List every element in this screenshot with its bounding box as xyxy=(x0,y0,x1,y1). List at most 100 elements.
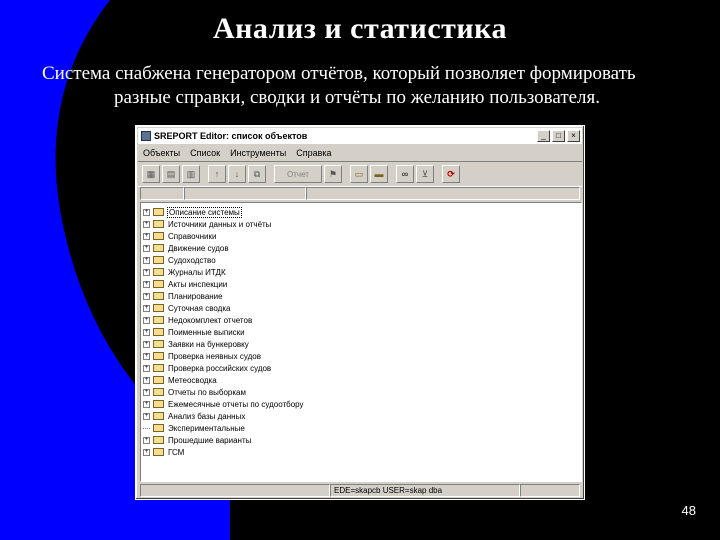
tree-item[interactable]: + Анализ базы данных xyxy=(143,410,246,422)
flag-icon[interactable]: ⚑ xyxy=(324,165,342,183)
tree-item-label: Анализ базы данных xyxy=(168,411,246,421)
folder-icon xyxy=(153,208,164,216)
tree-item[interactable]: + Источники данных и отчёты xyxy=(143,218,272,230)
expand-icon[interactable]: + xyxy=(143,280,150,288)
tree-item-label: Источники данных и отчёты xyxy=(168,219,272,229)
binoculars-icon[interactable]: ∞ xyxy=(396,165,414,183)
status-bar: EDE=skapcb USER=skap dba xyxy=(140,484,580,497)
tree-item[interactable]: + Справочники xyxy=(143,230,217,242)
app-icon xyxy=(141,131,151,141)
report-button[interactable]: Отчет xyxy=(274,165,322,183)
slide-title: Анализ и статистика xyxy=(212,12,507,45)
tree-item[interactable]: + Отчеты по выборкам xyxy=(143,386,247,398)
expand-icon[interactable]: + xyxy=(143,328,150,336)
expand-icon[interactable]: + xyxy=(143,400,150,408)
expand-icon[interactable]: + xyxy=(143,340,150,348)
expand-icon[interactable]: + xyxy=(143,316,150,324)
expand-icon[interactable]: + xyxy=(143,244,150,252)
tree-item[interactable]: + Ежемесячные отчеты по судоотбору xyxy=(143,398,305,410)
tree-item[interactable]: Экспериментальные xyxy=(143,422,246,434)
tree-item[interactable]: + Акты инспекции xyxy=(143,278,228,290)
tree-item[interactable]: + Заявки на бункеровку xyxy=(143,338,250,350)
close-button[interactable]: × xyxy=(567,130,580,142)
expand-icon[interactable]: + xyxy=(143,256,150,264)
tree-item[interactable]: + Прошедшие варианты xyxy=(143,434,252,446)
folder-icon xyxy=(153,388,164,396)
tree-item-label: Справочники xyxy=(168,231,217,241)
menu-help[interactable]: Справка xyxy=(291,148,336,158)
folder-icon xyxy=(153,220,164,228)
menu-objects[interactable]: Объекты xyxy=(138,148,185,158)
tree-item[interactable]: + Журналы ИТДК xyxy=(143,266,227,278)
move-up-icon[interactable]: ↑ xyxy=(208,165,226,183)
move-down-icon[interactable]: ↓ xyxy=(228,165,246,183)
folder-icon xyxy=(153,424,164,432)
expand-icon[interactable]: + xyxy=(143,268,150,276)
minimize-button[interactable]: _ xyxy=(537,130,550,142)
tree-item-label: Акты инспекции xyxy=(168,279,228,289)
expand-icon[interactable]: + xyxy=(143,412,150,420)
tree-item[interactable]: + Проверка российских судов xyxy=(143,362,272,374)
expand-icon[interactable]: + xyxy=(143,352,150,360)
tree-item-label: Поименные выписки xyxy=(168,327,245,337)
expand-icon[interactable]: + xyxy=(143,208,150,216)
properties-icon[interactable]: ▦ xyxy=(142,165,160,183)
tree-item-label: Прошедшие варианты xyxy=(168,435,252,445)
tree-item-label: Ежемесячные отчеты по судоотбору xyxy=(168,399,304,409)
tree-item[interactable]: + Проверка неявных судов xyxy=(143,350,262,362)
window-title: SREPORT Editor: список объектов xyxy=(154,131,308,141)
new-item-icon[interactable]: ▤ xyxy=(162,165,180,183)
tree-item-label: Заявки на бункеровку xyxy=(168,339,249,349)
tree-item-label: Проверка российских судов xyxy=(168,363,272,373)
tree-item-label: ГСМ xyxy=(168,447,185,457)
tree-item[interactable]: + Недокомплект отчетов xyxy=(143,314,253,326)
menu-list[interactable]: Список xyxy=(185,148,225,158)
tree-item[interactable]: + Планирование xyxy=(143,290,224,302)
filter-icon[interactable]: ⊻ xyxy=(416,165,434,183)
delete-item-icon[interactable]: ▥ xyxy=(182,165,200,183)
object-tree[interactable]: + Описание системы + Источники данных и отч… xyxy=(140,202,582,482)
tree-item[interactable]: + Метеосводка xyxy=(143,374,218,386)
folder-icon xyxy=(153,304,164,312)
expand-icon[interactable]: + xyxy=(143,304,150,312)
tree-item[interactable]: + Поименные выписки xyxy=(143,326,246,338)
tree-item[interactable]: + Судоходство xyxy=(143,254,217,266)
expand-icon[interactable]: + xyxy=(143,436,150,444)
menu-tools[interactable]: Инструменты xyxy=(225,148,291,158)
folder-icon xyxy=(153,340,164,348)
tree-item-label: Экспериментальные xyxy=(168,423,245,433)
tree-item-label: Метеосводка xyxy=(168,375,217,385)
expand-icon[interactable]: + xyxy=(143,220,150,228)
tree-item-label: Суточная сводка xyxy=(168,303,231,313)
expand-icon[interactable]: + xyxy=(143,388,150,396)
folder-icon xyxy=(153,364,164,372)
expand-icon[interactable]: + xyxy=(143,376,150,384)
folder-icon xyxy=(153,292,164,300)
toolbar: ▦ ▤ ▥ ↑ ↓ ⧉ Отчет ⚑ ▭ ▬ ∞ ⊻ ⟳ xyxy=(138,161,582,187)
tree-item[interactable]: + Описание системы xyxy=(143,206,242,218)
tree-item[interactable]: + ГСМ xyxy=(143,446,185,458)
window-titlebar[interactable]: SREPORT Editor: список объектов _ □ × xyxy=(138,128,582,144)
folder-icon[interactable]: ▬ xyxy=(370,165,388,183)
folder-icon xyxy=(153,352,164,360)
expand-icon[interactable]: + xyxy=(143,448,150,456)
folder-icon xyxy=(153,436,164,444)
refresh-icon[interactable]: ⟳ xyxy=(442,165,460,183)
open-folder-icon[interactable]: ▭ xyxy=(350,165,368,183)
copy-icon[interactable]: ⧉ xyxy=(248,165,266,183)
folder-icon xyxy=(153,244,164,252)
expand-icon[interactable]: + xyxy=(143,232,150,240)
folder-icon xyxy=(153,400,164,408)
tree-connector xyxy=(143,427,150,429)
folder-icon xyxy=(153,412,164,420)
maximize-button[interactable]: □ xyxy=(552,130,565,142)
tree-item[interactable]: + Суточная сводка xyxy=(143,302,231,314)
tree-item[interactable]: + Движение судов xyxy=(143,242,230,254)
folder-icon xyxy=(153,376,164,384)
tree-item-label: Проверка неявных судов xyxy=(168,351,261,361)
expand-icon[interactable]: + xyxy=(143,364,150,372)
tree-item-label: Судоходство xyxy=(168,255,216,265)
folder-icon xyxy=(153,268,164,276)
folder-icon xyxy=(153,328,164,336)
expand-icon[interactable]: + xyxy=(143,292,150,300)
